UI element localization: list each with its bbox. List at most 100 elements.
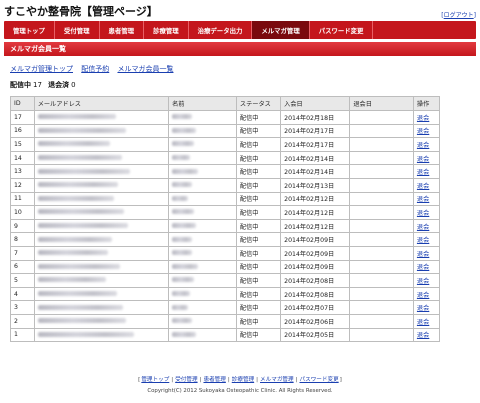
table-row: 15 配信中 2014年02月17日 退会: [10, 137, 441, 152]
cell-name: [168, 286, 237, 302]
footer-link-password[interactable]: パスワード変更: [300, 377, 339, 383]
redacted-name: [172, 318, 193, 324]
cell-status: 配信中: [235, 300, 282, 315]
cell-left: [349, 273, 414, 288]
redacted-email: [37, 263, 120, 269]
cell-name: [168, 164, 237, 179]
cell-id: 9: [10, 218, 35, 234]
unsubscribe-link[interactable]: 退会: [417, 224, 429, 231]
table-row: 12 配信中 2014年02月13日 退会: [10, 177, 441, 193]
cell-joined: 2014年02月14日: [280, 150, 351, 166]
redacted-email: [37, 209, 124, 215]
cell-id: 6: [10, 259, 35, 275]
member-counts: 配信中 17 退会済 0: [10, 80, 80, 90]
cell-email: [33, 205, 170, 220]
cell-id: 1: [10, 327, 35, 343]
cell-email: [33, 191, 170, 207]
table-row: 17 配信中 2014年02月18日 退会: [10, 110, 441, 125]
unsubscribe-link[interactable]: 退会: [417, 128, 429, 135]
cell-id: 12: [10, 177, 35, 193]
header-status: ステータス: [235, 96, 282, 111]
table-row: 14 配信中 2014年02月14日 退会: [10, 150, 441, 166]
footer-sep: |: [171, 377, 174, 383]
cell-status: 配信中: [235, 205, 282, 220]
header-joined: 入会日: [280, 96, 351, 111]
unsubscribe-link[interactable]: 退会: [417, 264, 429, 271]
nav-item-treatment[interactable]: 診療管理: [144, 21, 189, 39]
unsubscribe-link[interactable]: 退会: [417, 196, 429, 203]
unsubscribe-link[interactable]: 退会: [417, 183, 429, 190]
cell-joined: 2014年02月17日: [280, 137, 351, 152]
unsubscribe-link[interactable]: 退会: [417, 115, 429, 122]
unsubscribe-link[interactable]: 退会: [417, 251, 429, 258]
redacted-email: [37, 318, 126, 324]
redacted-email: [37, 250, 108, 256]
cell-action: 退会: [412, 273, 441, 288]
footer-link-mailmag[interactable]: メルマガ管理: [260, 377, 294, 383]
unsubscribe-link[interactable]: 退会: [417, 319, 429, 326]
redacted-email: [37, 114, 116, 120]
footer-link-treatment[interactable]: 診療管理: [232, 377, 254, 383]
unsubscribe-link[interactable]: 退会: [417, 332, 429, 339]
footer-bracket-close: ]: [339, 377, 342, 383]
unsubscribe-link[interactable]: 退会: [417, 237, 429, 244]
footer-sep: |: [256, 377, 259, 383]
cell-joined: 2014年02月07日: [280, 300, 351, 315]
nav-item-password[interactable]: パスワード変更: [310, 21, 374, 39]
unsubscribe-link[interactable]: 退会: [417, 292, 429, 299]
nav-item-mailmag[interactable]: メルマガ管理: [252, 21, 310, 39]
unsubscribe-link[interactable]: 退会: [417, 210, 429, 217]
unsubscribe-link[interactable]: 退会: [417, 142, 429, 149]
cell-email: [33, 259, 170, 275]
nav-item-reception[interactable]: 受付管理: [55, 21, 100, 39]
table-row: 6 配信中 2014年02月09日 退会: [10, 259, 441, 275]
cell-name: [168, 150, 237, 166]
redacted-email: [37, 291, 117, 297]
cell-action: 退会: [412, 300, 441, 315]
cell-left: [349, 164, 414, 179]
cell-email: [33, 286, 170, 302]
cell-action: 退会: [412, 150, 441, 166]
redacted-email: [37, 182, 118, 188]
unsubscribe-link[interactable]: 退会: [417, 169, 429, 176]
unsubscribe-link[interactable]: 退会: [417, 156, 429, 163]
nav-item-data-export[interactable]: 治療データ出力: [189, 21, 253, 39]
table-row: 3 配信中 2014年02月07日 退会: [10, 300, 441, 315]
cell-status: 配信中: [235, 218, 282, 234]
footer-link-patients[interactable]: 患者管理: [203, 377, 225, 383]
cell-action: 退会: [412, 232, 441, 247]
redacted-name: [172, 291, 191, 297]
redacted-name: [172, 127, 197, 133]
unsubscribe-link[interactable]: 退会: [417, 305, 429, 312]
redacted-email: [37, 155, 122, 161]
cell-email: [33, 232, 170, 247]
footer-link-top[interactable]: 管理トップ: [141, 377, 169, 383]
subnav-member-list[interactable]: メルマガ会員一覧: [117, 65, 173, 73]
table-row: 1 配信中 2014年02月05日 退会: [10, 327, 441, 343]
logout-bracket-close: ]: [473, 12, 476, 19]
cell-joined: 2014年02月12日: [280, 205, 351, 220]
cell-action: 退会: [412, 164, 441, 179]
cell-action: 退会: [412, 123, 441, 139]
cell-joined: 2014年02月12日: [280, 191, 351, 207]
redacted-email: [37, 277, 106, 283]
nav-item-patients[interactable]: 患者管理: [100, 21, 145, 39]
footer-link-reception[interactable]: 受付管理: [175, 377, 197, 383]
redacted-name: [172, 250, 193, 256]
cell-joined: 2014年02月12日: [280, 218, 351, 234]
cell-id: 3: [10, 300, 35, 315]
cell-name: [168, 232, 237, 247]
redacted-email: [37, 168, 130, 174]
subnav-mailmag-top[interactable]: メルマガ管理トップ: [10, 65, 73, 73]
table-row: 9 配信中 2014年02月12日 退会: [10, 218, 441, 234]
logout-link[interactable]: ログアウト: [444, 12, 474, 19]
unsubscribe-link[interactable]: 退会: [417, 278, 429, 285]
cell-name: [168, 123, 237, 139]
redacted-email: [37, 236, 112, 242]
cell-status: 配信中: [235, 313, 282, 329]
cell-id: 17: [10, 110, 35, 125]
nav-item-top[interactable]: 管理トップ: [4, 21, 55, 39]
cell-email: [33, 137, 170, 152]
subnav-schedule[interactable]: 配信予約: [81, 65, 109, 73]
cell-joined: 2014年02月09日: [280, 232, 351, 247]
